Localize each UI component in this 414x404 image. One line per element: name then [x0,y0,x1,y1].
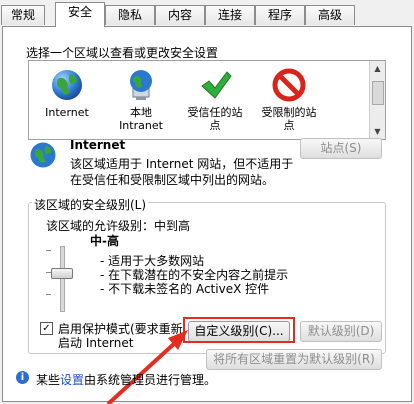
info-icon: i [16,371,29,384]
settings-link[interactable]: 设置 [60,373,84,387]
footer-prefix: 某些 [36,373,61,387]
footer-note: 某些设置由系统管理员进行管理。 [36,371,216,388]
tab-security[interactable]: 安全 [55,2,105,27]
red-arrow-icon [106,330,188,404]
footer-suffix: 由系统管理员进行管理。 [84,373,217,387]
